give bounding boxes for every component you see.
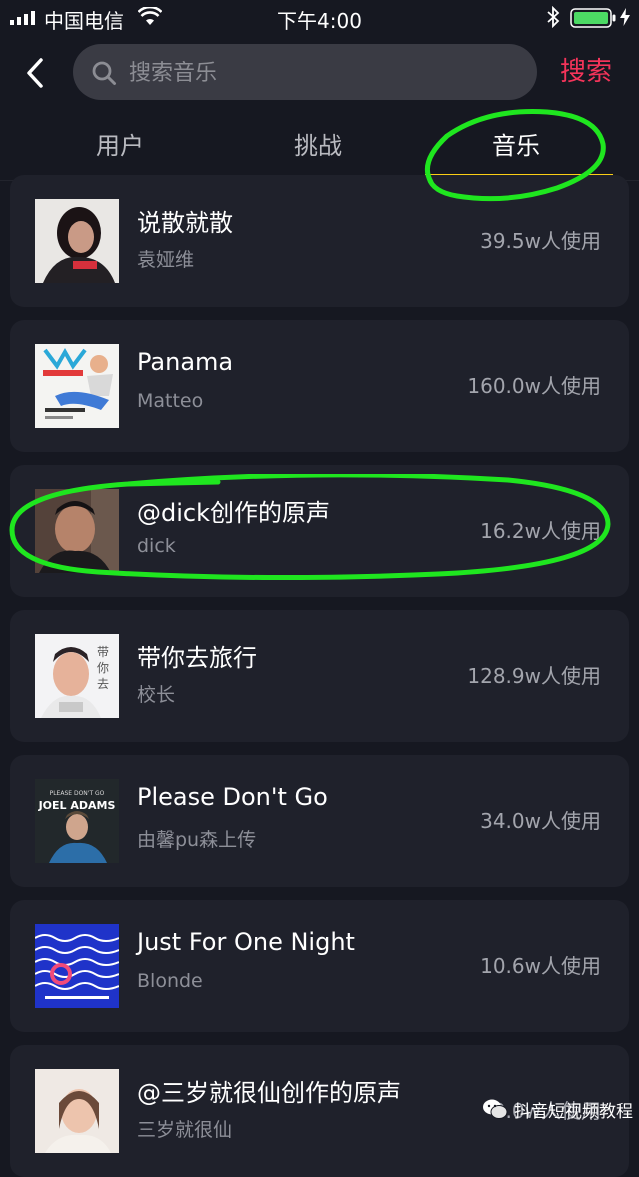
svg-text:PLEASE DON'T GO: PLEASE DON'T GO [50, 790, 105, 797]
list-item[interactable]: 说散就散 袁娅维 39.5w人使用 [10, 175, 629, 307]
song-artist: dick [137, 535, 176, 557]
wechat-icon [483, 1099, 508, 1119]
clock: 下午4:00 [277, 9, 362, 33]
album-cover [35, 924, 119, 1008]
svg-text:你: 你 [97, 661, 109, 675]
song-artist: Blonde [137, 970, 203, 992]
song-artist: 校长 [137, 684, 176, 706]
tab-users[interactable]: 用户 [20, 126, 220, 161]
song-artist: 袁娅维 [137, 249, 195, 271]
song-title: Just For One Night [137, 928, 355, 956]
usage-count: 160.0w人使用 [467, 374, 601, 398]
album-cover [35, 489, 119, 573]
album-cover: 带 你 去 [35, 634, 119, 718]
song-title: Please Don't Go [137, 783, 328, 811]
usage-count: 10.6w人使用 [480, 954, 601, 978]
chevron-left-icon [27, 58, 43, 88]
album-cover [35, 344, 119, 428]
album-cover [35, 1069, 119, 1153]
song-title: @dick创作的原声 [137, 499, 330, 527]
tab-challenges[interactable]: 挑战 [218, 126, 418, 161]
search-box[interactable] [73, 44, 537, 102]
usage-count: 39.5w人使用 [480, 229, 601, 253]
album-cover [35, 199, 119, 283]
usage-count: 16.2w人使用 [480, 519, 601, 543]
song-title: 带你去旅行 [137, 644, 257, 672]
search-header: 搜索 [0, 36, 639, 110]
back-button[interactable] [18, 52, 52, 94]
battery-icon [570, 8, 616, 28]
bluetooth-icon [547, 6, 560, 28]
search-input[interactable] [127, 44, 521, 102]
list-item[interactable]: Just For One Night Blonde 10.6w人使用 [10, 900, 629, 1032]
tab-bar: 用户 挑战 音乐 [0, 110, 639, 181]
svg-text:JOEL ADAMS: JOEL ADAMS [38, 799, 116, 812]
song-artist: 由馨pu森上传 [137, 829, 257, 851]
tab-music[interactable]: 音乐 [416, 126, 616, 161]
status-bar: 中国电信 下午4:00 [0, 0, 639, 36]
song-title: Panama [137, 348, 234, 376]
svg-text:带: 带 [97, 645, 109, 659]
search-icon [92, 61, 116, 85]
svg-text:去: 去 [97, 677, 109, 691]
watermark: 抖音短视频教程 [482, 1093, 633, 1125]
song-artist: Matteo [137, 390, 204, 412]
song-title: 说散就散 [137, 209, 233, 237]
song-title: @三岁就很仙创作的原声 [137, 1079, 401, 1107]
usage-count: 128.9w人使用 [467, 664, 601, 688]
usage-count: 34.0w人使用 [480, 809, 601, 833]
album-cover: PLEASE DON'T GO JOEL ADAMS [35, 779, 119, 863]
list-item[interactable]: PLEASE DON'T GO JOEL ADAMS Please Don't … [10, 755, 629, 887]
list-item[interactable]: @dick创作的原声 dick 16.2w人使用 [10, 465, 629, 597]
song-artist: 三岁就很仙 [137, 1119, 233, 1141]
list-item[interactable]: Panama Matteo 160.0w人使用 [10, 320, 629, 452]
search-button[interactable]: 搜索 [560, 52, 612, 92]
watermark-text: 抖音短视频教程 [514, 1101, 633, 1122]
charging-icon [620, 8, 630, 26]
list-item[interactable]: 带 你 去 带你去旅行 校长 128.9w人使用 [10, 610, 629, 742]
